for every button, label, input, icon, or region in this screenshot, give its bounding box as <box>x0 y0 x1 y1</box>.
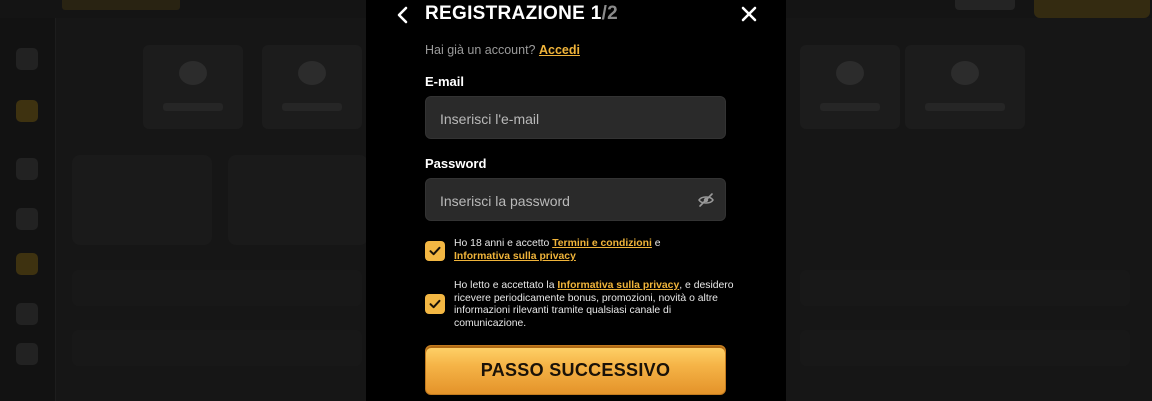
background-login-button <box>955 0 1015 10</box>
terms-link[interactable]: Termini e condizioni <box>552 238 652 249</box>
background-row <box>72 270 362 306</box>
next-step-button[interactable]: PASSO SUCCESSIVO <box>425 345 726 395</box>
consent-text: Ho 18 anni e accetto <box>454 238 553 249</box>
background-sidebar-icon <box>16 253 38 275</box>
password-field[interactable] <box>438 179 692 222</box>
modal-title: REGISTRAZIONE 1/2 <box>425 2 618 26</box>
background-sidebar-icon <box>16 303 38 325</box>
background-row <box>800 330 1130 366</box>
privacy-link[interactable]: Informativa sulla privacy <box>454 251 576 262</box>
consent-text: Ho letto e accettato la <box>454 280 558 291</box>
background-sidebar-icon <box>16 100 38 122</box>
check-icon <box>429 299 441 309</box>
chevron-left-icon[interactable] <box>392 4 414 26</box>
background-row <box>800 270 1130 306</box>
terms-consent-text: Ho 18 anni e accetto Termini e condizion… <box>454 238 736 263</box>
background-row <box>72 330 362 366</box>
background-promo-card <box>72 155 212 245</box>
privacy-link[interactable]: Informativa sulla privacy <box>557 280 679 291</box>
email-label: E-mail <box>425 74 465 89</box>
password-field-container <box>425 178 726 222</box>
email-field-container <box>425 96 726 140</box>
password-label: Password <box>425 156 487 171</box>
background-promo-card <box>228 155 368 245</box>
marketing-consent-text: Ho letto e accettato la Informativa sull… <box>454 280 736 331</box>
background-category-tile <box>143 45 243 129</box>
marketing-checkbox[interactable] <box>425 294 445 314</box>
background-sidebar-icon <box>16 343 38 365</box>
login-prompt: Hai già un account? Accedi <box>425 43 580 57</box>
background-category-tile <box>262 45 362 129</box>
next-step-button-label: PASSO SUCCESSIVO <box>480 359 671 380</box>
login-link[interactable]: Accedi <box>539 43 580 57</box>
check-icon <box>429 246 441 256</box>
background-sidebar-icon <box>16 158 38 180</box>
background-sidebar-icon <box>16 48 38 70</box>
close-icon[interactable] <box>738 3 760 25</box>
email-field[interactable] <box>438 97 692 140</box>
consent-text: e <box>651 238 661 249</box>
background-category-tile <box>905 45 1025 129</box>
modal-title-text: REGISTRAZIONE <box>425 3 591 24</box>
background-logo <box>62 0 180 10</box>
modal-title-step: 1 <box>590 3 602 24</box>
login-prompt-text: Hai già un account? <box>425 43 539 57</box>
modal-title-total: /2 <box>601 3 619 24</box>
background-sidebar-icon <box>16 208 38 230</box>
background-category-tile <box>800 45 900 129</box>
background-register-button <box>1034 0 1150 18</box>
eye-off-icon[interactable] <box>697 191 715 209</box>
terms-checkbox[interactable] <box>425 241 445 261</box>
background-sidebar <box>0 18 56 401</box>
